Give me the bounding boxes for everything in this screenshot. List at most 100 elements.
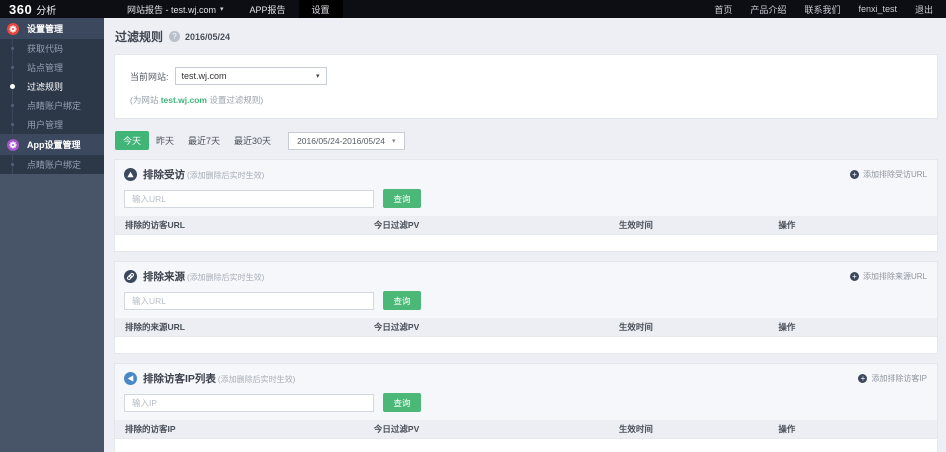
column-header: 排除的来源URL [125,322,185,332]
current-site-card: 当前网站: test.wj.com ▾ (为网站 test.wj.com 设置过… [114,54,938,119]
nav-site-report[interactable]: 网站报告 - test.wj.com ▾ [114,0,237,18]
exclude-visitor-ip-icon [124,372,137,385]
site-note-domain: test.wj.com [160,95,207,105]
top-nav: 网站报告 - test.wj.com ▾ APP报告 设置 [114,0,343,18]
section-exclude-visited: 排除受访 (添加删除后实时生效) + 添加排除受访URL 查询 排除的访客URL… [114,159,938,252]
sidebar-item-label: 过滤规则 [27,82,64,92]
empty-table-row [115,438,937,452]
nav-site-report-label: 网站报告 - test.wj.com [127,4,217,15]
tab-today[interactable]: 今天 [115,131,150,150]
section-title: 排除受访 [143,169,185,181]
tab-yesterday[interactable]: 昨天 [149,131,181,150]
section-hint: (添加删除后实时生效) [187,272,265,282]
topbar-links: 首页 产品介绍 联系我们 fenxi_test 退出 [705,0,946,18]
page-header: 过滤规则 ? 2016/05/24 [115,28,938,45]
sidebar-item-label: 点睛账户绑定 [27,160,82,170]
chevron-down-icon: ▾ [220,6,224,13]
sidebar-item-dianjing-account[interactable]: 点睛账户绑定 [0,96,104,115]
column-header: 今日过滤PV [373,424,420,434]
sidebar-group-settings-items: 获取代码 站点管理 过滤规则 点睛账户绑定 用户管理 [0,39,104,134]
section-title: 排除访客IP列表 [143,373,216,385]
sidebar-item-get-code[interactable]: 获取代码 [0,39,104,58]
add-link-label: 添加排除受访URL [862,170,927,179]
sidebar-item-app-dianjing-account[interactable]: 点睛账户绑定 [0,155,104,174]
add-link-label: 添加排除来源URL [862,272,927,281]
plus-circle-icon: + [858,374,868,383]
nav-app-report[interactable]: APP报告 [237,0,299,18]
site-select-value: test.wj.com [181,71,227,81]
logo-brand: 360 [9,1,33,17]
sidebar-group-app-items: 点睛账户绑定 [0,155,104,174]
page-title: 过滤规则 [115,30,164,44]
site-note-prefix: (为网站 [130,95,161,105]
add-exclude-visited-url-link[interactable]: + 添加排除受访URL [849,169,927,180]
link-product-intro[interactable]: 产品介绍 [741,0,795,18]
column-header: 操作 [778,220,796,230]
column-header: 今日过滤PV [373,322,420,332]
current-site-label: 当前网站: [130,71,169,82]
exclude-source-table: 排除的来源URL 今日过滤PV 生效时间 操作 [115,318,937,353]
column-header: 操作 [778,424,796,434]
site-note: (为网站 test.wj.com 设置过滤规则) [130,94,922,106]
section-exclude-source: 排除来源 (添加删除后实时生效) + 添加排除来源URL 查询 排除的来源URL… [114,261,938,354]
tab-last-7-days[interactable]: 最近7天 [181,131,227,150]
tab-last-30-days[interactable]: 最近30天 [227,131,278,150]
link-contact-us[interactable]: 联系我们 [795,0,849,18]
app-logo: 360 分析 [0,0,96,18]
plus-circle-icon: + [849,272,859,281]
sidebar-item-label: 用户管理 [27,120,64,130]
sidebar-item-site-management[interactable]: 站点管理 [0,58,104,77]
sidebar-item-label: 站点管理 [27,63,64,73]
gear-icon [7,22,19,35]
section-title: 排除来源 [143,271,185,283]
search-button[interactable]: 查询 [383,393,421,412]
empty-table-row [115,336,937,353]
sidebar-item-filter-rules[interactable]: 过滤规则 [0,77,104,96]
chevron-down-icon: ▾ [391,137,396,145]
column-header: 生效时间 [618,424,653,434]
sidebar-group-app-settings[interactable]: App设置管理 [0,134,104,155]
nav-settings[interactable]: 设置 [298,0,343,18]
add-link-label: 添加排除访客IP [871,374,927,383]
link-username[interactable]: fenxi_test [849,0,906,18]
column-header: 排除的访客IP [125,424,176,434]
sidebar-group-settings[interactable]: 设置管理 [0,18,104,39]
logo-suffix: 分析 [36,5,57,17]
search-button[interactable]: 查询 [383,291,421,310]
site-note-suffix: 设置过滤规则) [207,95,264,105]
exclude-visited-icon [124,168,137,181]
exclude-visitor-ip-input[interactable] [124,393,374,412]
sidebar-item-label: 获取代码 [27,44,64,54]
exclude-visited-url-input[interactable] [124,189,374,208]
bullet-dot-icon [10,84,15,89]
section-exclude-visitor-ip: 排除访客IP列表 (添加删除后实时生效) + 添加排除访客IP 查询 排除的访客… [114,363,938,452]
link-home[interactable]: 首页 [705,0,741,18]
page-date: 2016/05/24 [185,31,231,42]
sidebar-item-label: 点睛账户绑定 [27,101,82,111]
column-header: 生效时间 [618,220,653,230]
exclude-source-url-input[interactable] [124,291,374,310]
sidebar-group-label: 设置管理 [27,24,64,34]
search-button[interactable]: 查询 [383,189,421,208]
site-select[interactable]: test.wj.com ▾ [174,67,327,85]
date-range-picker[interactable]: 2016/05/24-2016/05/24 ▾ [288,131,405,150]
help-icon[interactable]: ? [169,31,181,42]
exclude-visited-table: 排除的访客URL 今日过滤PV 生效时间 操作 [115,216,937,251]
link-logout[interactable]: 退出 [906,0,942,18]
section-hint: (添加删除后实时生效) [217,374,296,384]
sidebar-group-label: App设置管理 [27,140,81,150]
column-header: 操作 [778,322,796,332]
bullet-dot-icon [11,66,14,69]
main-content: 过滤规则 ? 2016/05/24 当前网站: test.wj.com ▾ (为… [104,18,946,452]
bullet-dot-icon [11,123,14,126]
exclude-visitor-ip-table: 排除的访客IP 今日过滤PV 生效时间 操作 [115,420,937,452]
date-range-value: 2016/05/24-2016/05/24 [297,135,385,146]
column-header: 生效时间 [618,322,653,332]
sidebar-item-user-management[interactable]: 用户管理 [0,115,104,134]
bullet-dot-icon [11,104,14,107]
add-exclude-source-url-link[interactable]: + 添加排除来源URL [849,271,927,282]
date-filter-bar: 今天 昨天 最近7天 最近30天 2016/05/24-2016/05/24 ▾ [115,131,938,150]
add-exclude-visitor-ip-link[interactable]: + 添加排除访客IP [858,373,927,384]
exclude-source-link-icon [124,270,137,283]
section-hint: (添加删除后实时生效) [187,170,265,180]
